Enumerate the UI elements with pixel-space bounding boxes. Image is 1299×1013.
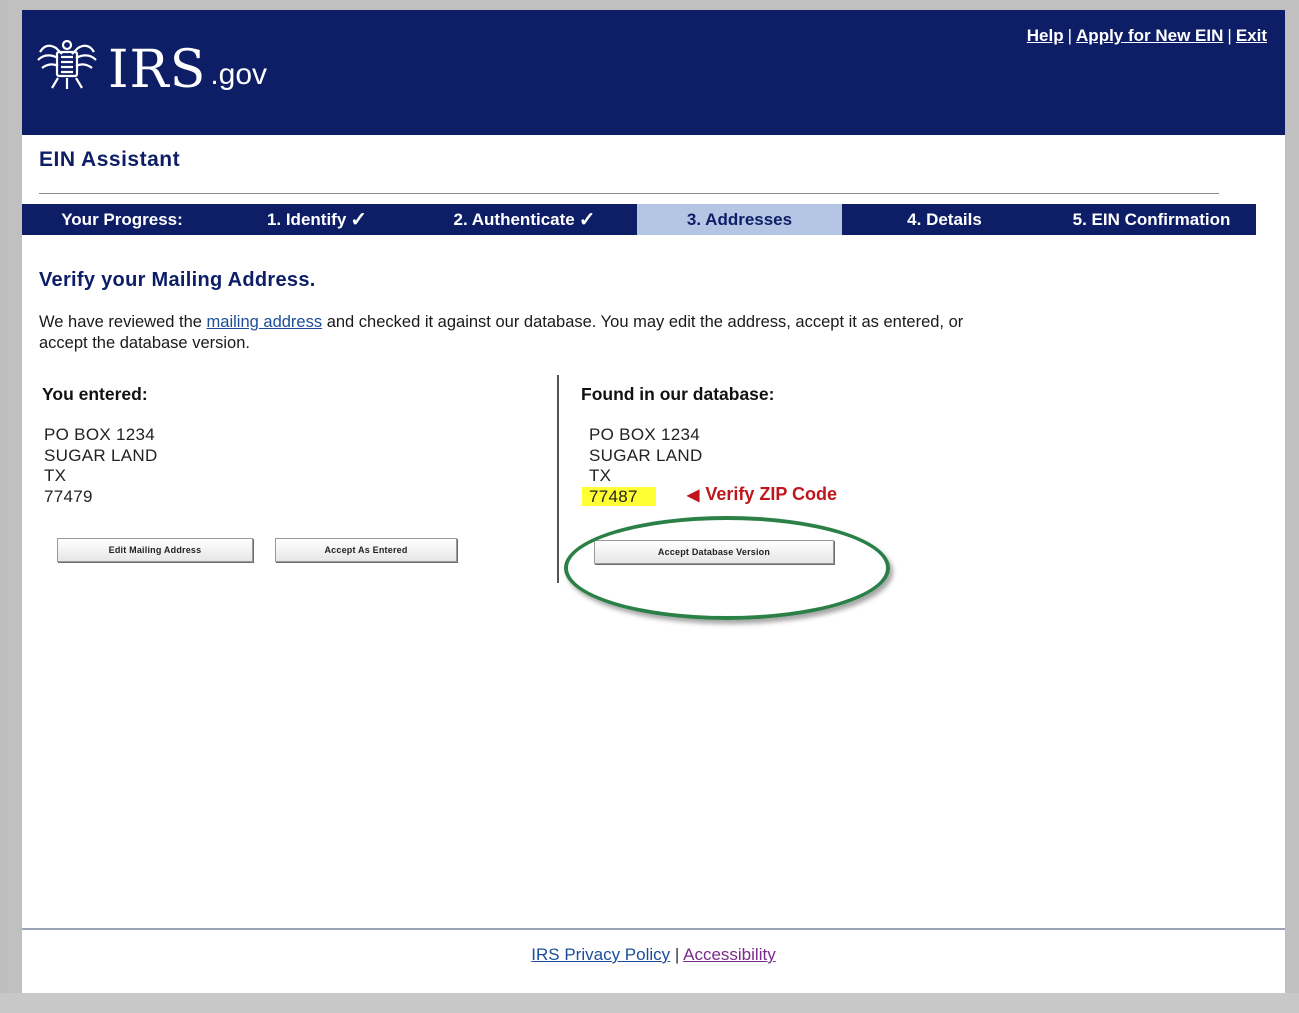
progress-step-details: 4. Details (842, 204, 1047, 235)
help-link[interactable]: Help (1027, 26, 1064, 45)
database-heading: Found in our database: (581, 384, 775, 404)
address-line: TX (44, 466, 67, 485)
arrow-left-icon: ◀ (687, 487, 700, 504)
database-address: PO BOX 1234 SUGAR LAND TX 77487 (582, 425, 703, 508)
step-label: 2. Authenticate (453, 209, 575, 229)
address-zip: 77479 (44, 486, 93, 506)
checkmark-icon: ✓ (578, 209, 596, 231)
address-line: SUGAR LAND (44, 445, 158, 465)
edit-mailing-address-button[interactable]: Edit Mailing Address (57, 538, 253, 562)
zip-highlight: 77487 (582, 486, 656, 506)
address-line: TX (589, 466, 612, 485)
address-line: PO BOX 1234 (44, 425, 156, 444)
progress-step-authenticate: 2. Authenticate ✓ (412, 204, 637, 235)
progress-step-identify: 1. Identify ✓ (222, 204, 412, 235)
header-banner: IRS .gov Help | Apply for New EIN | Exit (22, 10, 1285, 135)
footer-divider (22, 928, 1285, 930)
window-frame-bottom (0, 993, 1299, 1013)
exit-link[interactable]: Exit (1236, 26, 1267, 45)
footer-separator: | (674, 945, 680, 964)
link-separator: | (1067, 26, 1073, 45)
irs-logo[interactable]: IRS .gov (36, 28, 267, 98)
step-label: 4. Details (907, 209, 982, 229)
app-title: EIN Assistant (39, 148, 181, 171)
address-line: SUGAR LAND (589, 445, 703, 465)
column-divider (557, 375, 559, 583)
page-heading: Verify your Mailing Address. (39, 269, 316, 291)
intro-text-before: We have reviewed the (39, 313, 207, 331)
window-frame-left (0, 0, 8, 1013)
top-links: Help | Apply for New EIN | Exit (1027, 26, 1267, 46)
intro-paragraph: We have reviewed the mailing address and… (39, 312, 969, 354)
verify-zip-annotation: ◀ Verify ZIP Code (687, 484, 837, 505)
accept-as-entered-button[interactable]: Accept As Entered (275, 538, 457, 562)
highlight-circle-annotation (564, 516, 890, 620)
progress-step-addresses: 3. Addresses (637, 204, 842, 235)
checkmark-icon: ✓ (350, 209, 368, 231)
address-line: PO BOX 1234 (589, 425, 701, 444)
accessibility-link[interactable]: Accessibility (683, 945, 776, 964)
progress-label: Your Progress: (61, 209, 183, 229)
privacy-policy-link[interactable]: IRS Privacy Policy (531, 945, 670, 964)
footer: IRS Privacy Policy | Accessibility (22, 945, 1285, 965)
progress-bar: Your Progress: 1. Identify ✓ 2. Authentic… (22, 204, 1256, 235)
apply-new-ein-link[interactable]: Apply for New EIN (1076, 26, 1223, 45)
title-divider (39, 193, 1219, 194)
mailing-address-link[interactable]: mailing address (207, 313, 323, 331)
you-entered-heading: You entered: (42, 384, 148, 404)
page: IRS .gov Help | Apply for New EIN | Exit EIN… (22, 10, 1285, 993)
logo-irs-text: IRS (108, 40, 207, 100)
irs-eagle-icon (37, 39, 97, 89)
step-label: 1. Identify (266, 209, 347, 229)
verify-zip-text: Verify ZIP Code (705, 484, 838, 504)
logo-gov-text: .gov (210, 58, 268, 91)
entered-address: PO BOX 1234 SUGAR LAND TX 77479 (44, 425, 158, 507)
step-label: 5. EIN Confirmation (1072, 209, 1231, 229)
link-separator: | (1227, 26, 1232, 45)
address-zip: 77487 (582, 486, 703, 508)
progress-step-ein-confirmation: 5. EIN Confirmation (1047, 204, 1256, 235)
step-label: 3. Addresses (686, 209, 793, 229)
